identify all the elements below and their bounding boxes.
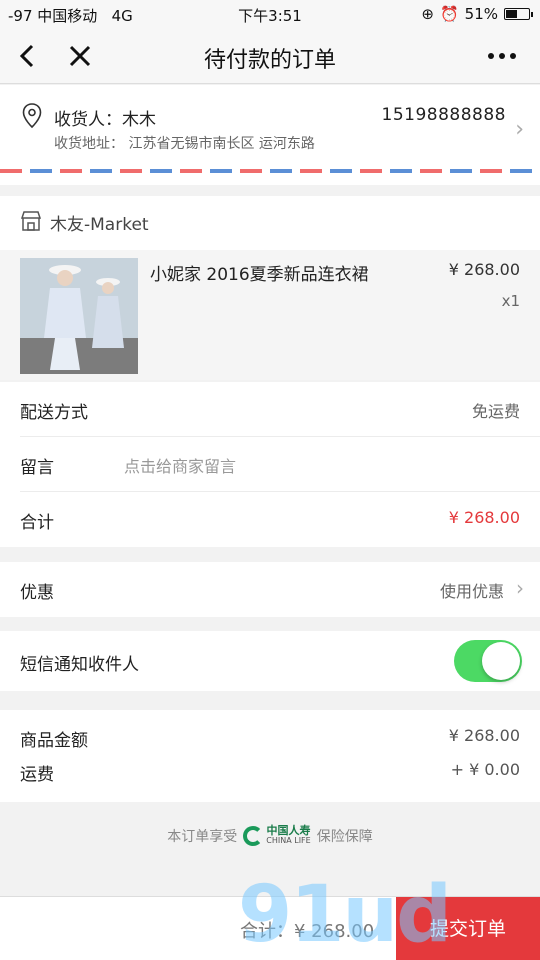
store-name: 木友-Market — [50, 215, 149, 235]
bottom-bar: 合计：¥ 268.00 提交订单 — [0, 896, 540, 960]
sms-toggle[interactable] — [454, 640, 522, 682]
bottom-total: 合计：¥ 268.00 — [240, 921, 375, 942]
shipping-value: + ¥ 0.00 — [450, 760, 520, 779]
toggle-knob — [482, 642, 520, 680]
price-summary: 商品金额 ¥ 268.00 运费 + ¥ 0.00 — [0, 710, 540, 802]
coupon-label: 优惠 — [20, 583, 54, 603]
guarantee-prefix: 本订单享受 — [167, 829, 238, 845]
location-pin-icon — [22, 103, 42, 129]
shop-icon — [20, 211, 42, 231]
subtotal-label: 合计 — [20, 513, 54, 533]
china-life-logo: 中国人寿 CHINA LIFE — [243, 824, 311, 846]
page-title: 待付款的订单 — [203, 48, 336, 73]
china-life-en: CHINA LIFE — [266, 836, 311, 845]
lock-rotation-icon: ⊕ — [421, 5, 434, 23]
subtotal-row: 合计 ¥ 268.00 — [20, 492, 540, 547]
delivery-value: 免运费 — [471, 402, 520, 421]
product-title: 小妮家 2016夏季新品连衣裙 — [150, 265, 369, 285]
insurance-guarantee: 本订单享受 中国人寿 CHINA LIFE 保险保障 — [0, 824, 540, 846]
store-header: 木友-Market — [0, 196, 540, 250]
alarm-icon: ⏰ — [439, 5, 459, 23]
chevron-right-icon: › — [515, 117, 524, 142]
product-price: ¥ 268.00 — [448, 260, 520, 279]
status-bar: -97 中国移动 4G 下午3:51 ⊕ ⏰ 51% — [0, 0, 540, 28]
product-item[interactable]: 小妮家 2016夏季新品连衣裙 ¥ 268.00 x1 — [0, 250, 540, 380]
sms-notify-row: 短信通知收件人 — [0, 631, 540, 691]
recipient-phone: 15198888888 — [381, 105, 506, 125]
airmail-stripe — [0, 169, 540, 173]
battery-text: 51% — [464, 5, 498, 23]
coupon-row[interactable]: 优惠 使用优惠 › — [0, 562, 540, 617]
recipient-address: 收货地址： 江苏省无锡市南长区 运河东路 — [54, 136, 315, 152]
sms-label: 短信通知收件人 — [20, 655, 139, 675]
delivery-row[interactable]: 配送方式 免运费 — [20, 382, 540, 437]
product-image — [20, 258, 138, 374]
product-quantity: x1 — [501, 292, 520, 310]
nav-bar: 待付款的订单 — [0, 28, 540, 84]
china-life-cn: 中国人寿 — [266, 824, 311, 837]
coupon-value: 使用优惠 — [439, 582, 504, 601]
goods-amount-value: ¥ 268.00 — [448, 726, 520, 745]
chevron-right-icon: › — [516, 576, 524, 600]
delivery-label: 配送方式 — [20, 403, 88, 423]
goods-amount-label: 商品金额 — [20, 731, 88, 751]
status-right: ⊕ ⏰ 51% — [421, 5, 533, 23]
guarantee-suffix: 保险保障 — [316, 829, 373, 845]
subtotal-value: ¥ 268.00 — [448, 508, 520, 527]
shipping-label: 运费 — [20, 765, 54, 785]
battery-icon — [504, 8, 533, 20]
address-card[interactable]: 收货人：木木 15198888888 收货地址： 江苏省无锡市南长区 运河东路 … — [0, 85, 540, 185]
order-details: 配送方式 免运费 留言 点击给商家留言 合计 ¥ 268.00 — [0, 382, 540, 547]
battery-fill — [506, 10, 517, 18]
china-life-mark-icon — [243, 826, 264, 846]
more-icon[interactable] — [484, 38, 520, 74]
recipient-name: 收货人：木木 — [54, 110, 156, 130]
note-row: 留言 点击给商家留言 — [20, 437, 540, 492]
submit-order-button[interactable]: 提交订单 — [396, 897, 540, 960]
note-input[interactable]: 点击给商家留言 — [124, 453, 236, 477]
note-label: 留言 — [20, 458, 54, 478]
